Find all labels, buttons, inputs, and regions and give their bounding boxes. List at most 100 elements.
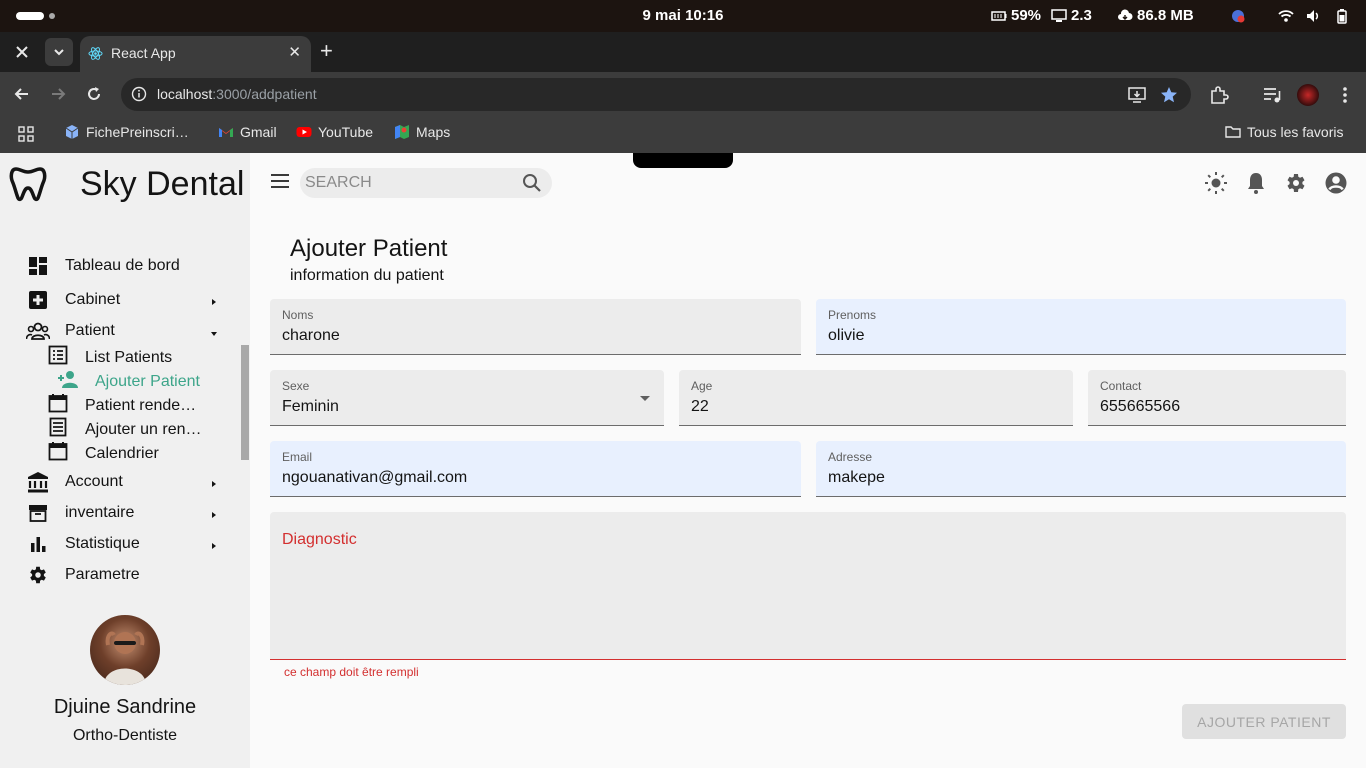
light-mode-icon[interactable] [1204, 171, 1228, 195]
list-icon [48, 345, 68, 370]
sidebar-subitem-add-rdv[interactable]: Ajouter un ren… [48, 417, 202, 442]
more-menu-icon[interactable] [1335, 85, 1355, 105]
prenoms-field[interactable]: Prenoms olivie [816, 299, 1346, 355]
media-control-icon[interactable] [1262, 85, 1282, 105]
age-field[interactable]: Age 22 [679, 370, 1073, 426]
dropdown-arrow-icon[interactable] [640, 396, 650, 402]
adresse-field[interactable]: Adresse makepe [816, 441, 1346, 497]
field-label: Age [691, 379, 713, 393]
wifi-icon[interactable] [1278, 8, 1294, 24]
sidebar-subitem-add-patient[interactable]: Ajouter Patient [48, 369, 200, 394]
network-status: 86.8 MB [1117, 7, 1194, 24]
people-icon [26, 319, 50, 343]
field-value[interactable]: makepe [828, 469, 885, 487]
noms-field[interactable]: Noms charone [270, 299, 801, 355]
tab-title: React App [111, 45, 176, 61]
sidebar-item-statistique[interactable]: Statistique [26, 532, 140, 556]
sidebar-item-label: Patient [65, 322, 115, 339]
diagnostic-textarea[interactable]: Diagnostic [270, 512, 1346, 660]
sidebar-item-inventaire[interactable]: inventaire [26, 501, 134, 525]
extensions-icon[interactable] [1209, 85, 1229, 105]
tab-react-app[interactable]: React App ✕ [80, 36, 311, 72]
sidebar-item-patient[interactable]: Patient [26, 319, 115, 343]
add-patient-button[interactable]: AJOUTER PATIENT [1182, 704, 1346, 739]
sidebar-subitem-label: Patient rende… [85, 396, 197, 414]
sidebar-scrollbar[interactable] [241, 345, 249, 460]
menu-icon[interactable] [270, 173, 290, 189]
apps-grid-icon[interactable] [18, 126, 34, 142]
sidebar-item-label: Parametre [65, 566, 140, 583]
all-bookmarks-label: Tous les favoris [1247, 124, 1344, 140]
sidebar: Sky Dental Tableau de bord Cabinet Patie… [0, 153, 250, 768]
address-bar[interactable]: localhost:3000/addpatient [121, 78, 1191, 111]
field-value[interactable]: 22 [691, 398, 709, 416]
chevron-right-icon[interactable] [208, 478, 220, 490]
youtube-icon [296, 127, 312, 137]
url-host: localhost [157, 86, 213, 102]
battery-percent: 59% [1011, 7, 1042, 24]
app-indicator-icon[interactable] [1230, 8, 1246, 24]
forward-icon[interactable] [48, 84, 68, 104]
install-app-icon[interactable] [1128, 86, 1146, 104]
sidebar-subitem-patient-rdv[interactable]: Patient rende… [48, 393, 196, 418]
contact-field[interactable]: Contact 655665566 [1088, 370, 1346, 426]
search-icon[interactable] [522, 173, 542, 193]
reload-icon[interactable] [84, 84, 104, 104]
avatar [90, 615, 160, 685]
diagnostic-error-text: ce champ doit être rempli [284, 665, 419, 679]
new-tab-icon[interactable]: + [320, 38, 333, 64]
tab-close-icon[interactable]: ✕ [288, 43, 301, 61]
sidebar-subitem-calendar[interactable]: Calendrier [48, 441, 159, 466]
bookmark-label: Gmail [240, 124, 277, 140]
bookmark-gmail[interactable]: Gmail [218, 124, 277, 140]
cpu-status: 2.3 [1051, 7, 1092, 24]
sidebar-item-cabinet[interactable]: Cabinet [26, 288, 120, 312]
chevron-right-icon[interactable] [208, 540, 220, 552]
sidebar-item-account[interactable]: Account [26, 470, 123, 494]
bookmark-fichepreinscri[interactable]: FichePreinscri… [64, 124, 189, 140]
field-value[interactable]: Feminin [282, 398, 339, 416]
bookmark-maps[interactable]: Maps [394, 124, 450, 140]
sidebar-item-dashboard[interactable]: Tableau de bord [26, 254, 180, 278]
sidebar-item-label: Tableau de bord [65, 257, 180, 274]
tab-search-chevron-icon[interactable] [45, 38, 73, 66]
site-info-icon[interactable] [131, 86, 147, 102]
user-role: Ortho-Dentiste [72, 727, 178, 744]
os-top-bar: 9 mai 10:16 59% 2.3 86.8 MB [0, 0, 1366, 32]
field-value[interactable]: olivie [828, 327, 864, 345]
field-label: Adresse [828, 450, 873, 464]
settings-icon[interactable] [1284, 171, 1308, 195]
gear-icon [26, 563, 50, 587]
chevron-down-icon[interactable] [208, 328, 220, 340]
sidebar-item-parametre[interactable]: Parametre [26, 563, 140, 587]
sidebar-item-label: inventaire [65, 504, 135, 521]
cpu-value: 2.3 [1071, 7, 1092, 24]
field-value[interactable]: ngouanativan@gmail.com [282, 469, 467, 487]
sexe-select[interactable]: Sexe Feminin [270, 370, 664, 426]
chevron-right-icon[interactable] [208, 296, 220, 308]
email-field[interactable]: Email ngouanativan@gmail.com [270, 441, 801, 497]
notifications-icon[interactable] [1244, 171, 1268, 195]
field-value[interactable]: 655665566 [1100, 398, 1180, 416]
folder-icon [1225, 126, 1241, 138]
url-text[interactable]: localhost:3000/addpatient [157, 86, 317, 102]
cloud-download-icon [1118, 8, 1133, 20]
volume-icon[interactable] [1305, 8, 1321, 24]
back-icon[interactable] [12, 84, 32, 104]
sidebar-subitem-list-patients[interactable]: List Patients [48, 345, 172, 370]
close-window-icon[interactable] [8, 38, 36, 66]
field-label: Diagnostic [282, 531, 357, 548]
battery-icon[interactable] [1334, 8, 1350, 24]
profile-avatar-icon[interactable] [1297, 84, 1319, 106]
search-input[interactable] [305, 171, 515, 195]
gmail-icon [219, 128, 233, 137]
all-bookmarks-folder[interactable]: Tous les favoris [1225, 124, 1343, 140]
bookmark-star-icon[interactable] [1160, 86, 1178, 104]
chevron-right-icon[interactable] [208, 509, 220, 521]
field-value[interactable]: charone [282, 327, 340, 345]
account-circle-icon[interactable] [1324, 171, 1348, 195]
bookmark-label: Maps [416, 124, 451, 140]
bookmark-youtube[interactable]: YouTube [296, 124, 373, 140]
camera-notch [633, 153, 733, 168]
calendar-icon [48, 393, 68, 418]
